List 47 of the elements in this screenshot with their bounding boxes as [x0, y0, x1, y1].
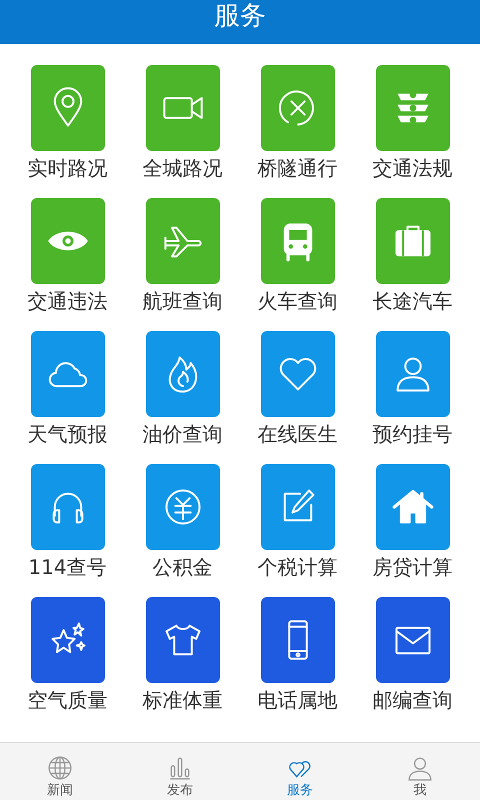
service-tile[interactable]	[146, 331, 220, 417]
service-tile[interactable]	[260, 464, 334, 550]
service-tile[interactable]	[260, 65, 334, 151]
service-tile[interactable]	[30, 331, 104, 417]
service-label: 火车查询	[258, 289, 338, 313]
service-label: 预约挂号	[372, 422, 452, 446]
service-tile[interactable]	[376, 464, 450, 550]
service-tile[interactable]	[376, 198, 450, 284]
header-title: 服务	[214, 0, 266, 32]
service-label: 桥隧通行	[258, 156, 338, 180]
service-label: 航班查询	[142, 289, 222, 313]
service-label: 在线医生	[258, 422, 338, 446]
service-tile[interactable]	[376, 331, 450, 417]
service-label: 交通法规	[372, 156, 452, 180]
service-tile[interactable]	[260, 331, 334, 417]
service-label: 房贷计算	[372, 555, 452, 579]
tab-item[interactable]: 新闻	[0, 743, 120, 800]
service-tile[interactable]	[146, 65, 220, 151]
service-tile[interactable]	[30, 198, 104, 284]
tab-item[interactable]: 我	[360, 743, 480, 800]
service-label: 标准体重	[142, 688, 222, 712]
service-tile[interactable]	[376, 597, 450, 683]
service-tile[interactable]	[260, 597, 334, 683]
service-tile[interactable]	[260, 198, 334, 284]
person-icon	[407, 755, 433, 781]
service-label: 电话属地	[258, 688, 338, 712]
service-label: 全城路况	[142, 156, 222, 180]
service-tile[interactable]	[30, 597, 104, 683]
service-label: 空气质量	[28, 688, 108, 712]
tab-item[interactable]: 发布	[120, 743, 240, 800]
service-label: 个税计算	[258, 555, 338, 579]
service-tile[interactable]	[146, 464, 220, 550]
service-tile[interactable]	[146, 597, 220, 683]
service-tile[interactable]	[146, 198, 220, 284]
service-label: 交通违法	[28, 289, 108, 313]
service-label: 实时路况	[28, 156, 108, 180]
globe-icon	[47, 755, 73, 781]
service-tile[interactable]	[376, 65, 450, 151]
service-label: 邮编查询	[372, 688, 452, 712]
service-label: 长途汽车	[372, 289, 452, 313]
service-label: 114查号	[28, 555, 107, 579]
service-label: 公积金	[152, 555, 212, 579]
service-tile[interactable]	[30, 464, 104, 550]
service-label: 油价查询	[142, 422, 222, 446]
service-tile[interactable]	[30, 65, 104, 151]
service-label: 天气预报	[28, 422, 108, 446]
tab-item[interactable]: 服务	[240, 743, 360, 800]
